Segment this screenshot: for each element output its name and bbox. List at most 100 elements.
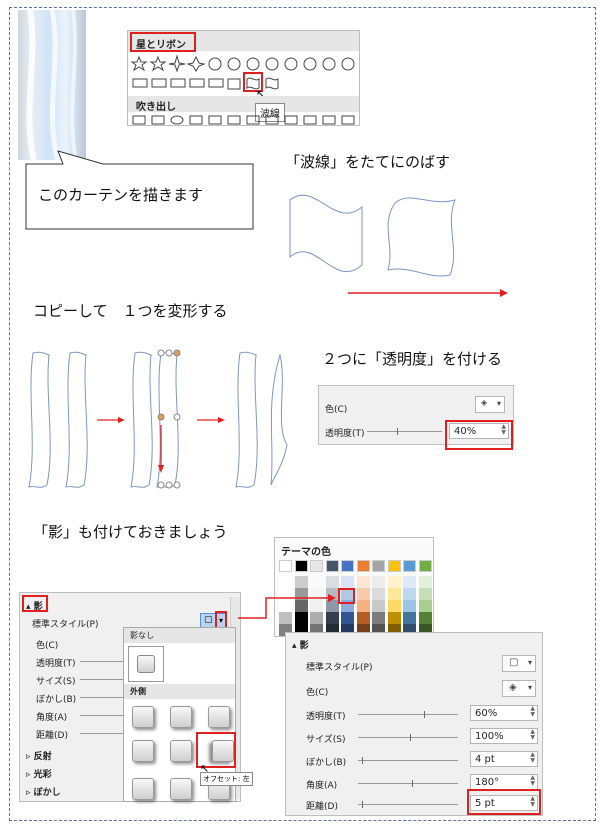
color-swatch[interactable]: [325, 576, 339, 588]
color-swatch[interactable]: [356, 612, 370, 624]
curtain-folds: [26, 9, 78, 161]
shadow-option-5[interactable]: [170, 740, 192, 762]
callouts-category-title: 吹き出し: [136, 102, 176, 113]
size-value: 100%: [475, 731, 504, 742]
color-swatch[interactable]: [372, 600, 385, 612]
size-label: サイズ(S): [306, 735, 346, 745]
shadow-option-7[interactable]: [132, 778, 154, 800]
color-swatch[interactable]: [325, 560, 339, 572]
color-swatch[interactable]: [356, 560, 370, 572]
color-swatch[interactable]: [387, 612, 401, 624]
transparency-slider[interactable]: [358, 714, 458, 715]
fill-transparency-knob[interactable]: [397, 428, 398, 435]
size-slider[interactable]: [358, 737, 458, 738]
copy-caption: コピーして １つを変形する: [33, 302, 228, 320]
shadow-section-header[interactable]: ▴ 影: [292, 638, 309, 651]
shadow-caption: 「影」も付けておきましょう: [33, 523, 228, 541]
blur-slider[interactable]: [358, 760, 458, 761]
color-swatch[interactable]: [387, 576, 401, 588]
theme-colors-title: テーマの色: [281, 547, 331, 558]
transparency-knob[interactable]: [424, 711, 425, 718]
shadow-option-2[interactable]: [170, 706, 192, 728]
callout-icons[interactable]: [131, 115, 357, 125]
selected-color-highlight: [338, 588, 355, 604]
size-label: サイズ(S): [36, 677, 76, 687]
soft-edges-label: ぼかし: [33, 788, 61, 798]
color-swatch[interactable]: [418, 600, 432, 612]
chevron-down-icon: ▾: [527, 658, 532, 667]
angle-input[interactable]: 180° ▲ ▼: [470, 774, 538, 790]
distance-label: 距離(D): [36, 731, 68, 741]
shadow-preset-gallery: 影なし 外側 ↖ オフセット: 左: [123, 627, 253, 802]
color-swatch[interactable]: [387, 588, 401, 600]
glow-label: 光彩: [33, 770, 52, 780]
color-swatch[interactable]: [310, 576, 323, 588]
color-swatch[interactable]: [403, 560, 416, 572]
distance-knob[interactable]: [362, 801, 363, 808]
angle-slider[interactable]: [358, 783, 458, 784]
fill-color-label: 色(C): [325, 405, 348, 415]
color-swatch[interactable]: [418, 588, 432, 600]
angle-knob[interactable]: [412, 780, 413, 787]
shadow-option-1[interactable]: [132, 706, 154, 728]
curtain-image: [18, 9, 86, 161]
color-swatch[interactable]: [356, 576, 370, 588]
color-swatch[interactable]: [387, 560, 401, 572]
color-swatch[interactable]: [403, 576, 416, 588]
blur-input[interactable]: 4 pt ▲ ▼: [470, 751, 538, 767]
glow-section[interactable]: ▹ 光彩: [26, 767, 52, 780]
distance-slider[interactable]: [80, 733, 125, 734]
transparency-slider[interactable]: [80, 661, 125, 662]
color-dropdown[interactable]: ◈ ▾: [502, 680, 536, 697]
size-knob[interactable]: [410, 734, 411, 741]
color-swatch[interactable]: [403, 588, 416, 600]
fill-color-dropdown[interactable]: ◈ ▾: [475, 396, 505, 413]
preset-label: 標準スタイル(P): [306, 663, 373, 673]
reflection-label: 反射: [33, 752, 52, 762]
shapes-gallery: 星とリボン ↖ 吹き出し 波線: [127, 30, 360, 126]
tutorial-page: このカーテンを描きます 星とリボン ↖ 吹き出し 波線 「波線」をたてにのばす …: [0, 0, 602, 827]
color-swatch[interactable]: [341, 612, 354, 624]
blur-knob[interactable]: [362, 757, 363, 764]
transparency-value: 60%: [475, 708, 498, 719]
transparency-input[interactable]: 60% ▲ ▼: [470, 705, 538, 721]
color-swatch[interactable]: [279, 576, 292, 588]
color-swatch[interactable]: [294, 576, 308, 588]
color-swatch[interactable]: [372, 560, 385, 572]
color-swatch[interactable]: [341, 576, 354, 588]
color-swatch[interactable]: [372, 588, 385, 600]
shadow-option-8[interactable]: [170, 778, 192, 800]
color-swatch[interactable]: [372, 576, 385, 588]
color-swatch[interactable]: [341, 560, 354, 572]
color-swatch[interactable]: [310, 560, 323, 572]
color-swatch[interactable]: [403, 612, 416, 624]
reflection-section[interactable]: ▹ 反射: [26, 749, 52, 762]
distance-label: 距離(D): [306, 802, 338, 812]
wave-shapes-illustration: [289, 194, 508, 297]
size-input[interactable]: 100% ▲ ▼: [470, 728, 538, 744]
color-swatch[interactable]: [372, 612, 385, 624]
color-swatch[interactable]: [387, 600, 401, 612]
color-label: 色(C): [36, 641, 59, 651]
color-swatch[interactable]: [418, 612, 432, 624]
color-swatch[interactable]: [356, 588, 370, 600]
no-shadow-option[interactable]: [128, 646, 164, 682]
preset-dropdown[interactable]: ▢ ▾: [502, 655, 536, 672]
color-swatch[interactable]: [279, 560, 292, 572]
shadow-option-3[interactable]: [208, 706, 230, 728]
stretch-caption: 「波線」をたてにのばす: [285, 153, 451, 171]
fill-transparency-slider[interactable]: [367, 431, 442, 432]
shadow-option-4[interactable]: [132, 740, 154, 762]
chevron-down-icon: ▾: [496, 399, 501, 408]
angle-slider[interactable]: [80, 715, 125, 716]
color-swatch[interactable]: [294, 560, 308, 572]
distance-slider[interactable]: [358, 804, 458, 805]
color-swatch[interactable]: [418, 576, 432, 588]
blur-slider[interactable]: [80, 697, 125, 698]
soft-edges-section[interactable]: ▹ ぼかし: [26, 785, 61, 798]
color-swatch[interactable]: [403, 600, 416, 612]
color-label: 色(C): [306, 688, 329, 698]
size-slider[interactable]: [80, 679, 125, 680]
color-swatch[interactable]: [418, 560, 432, 572]
color-swatch[interactable]: [356, 600, 370, 612]
